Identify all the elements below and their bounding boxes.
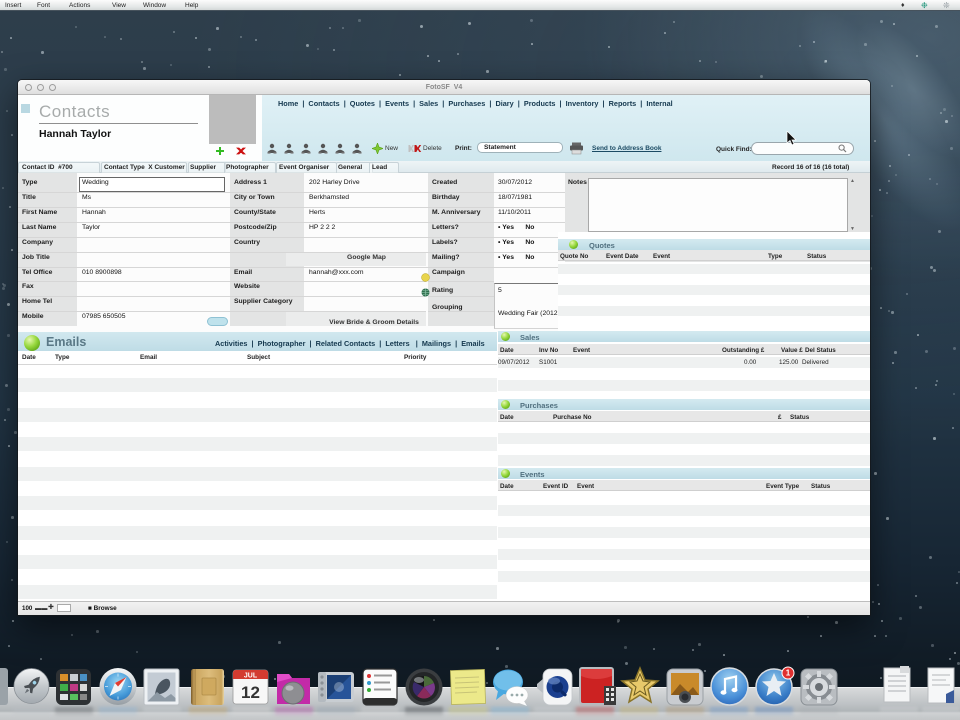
svg-text:JUL: JUL	[244, 673, 258, 680]
svg-text:1: 1	[786, 669, 791, 678]
svg-text:12: 12	[241, 683, 260, 702]
